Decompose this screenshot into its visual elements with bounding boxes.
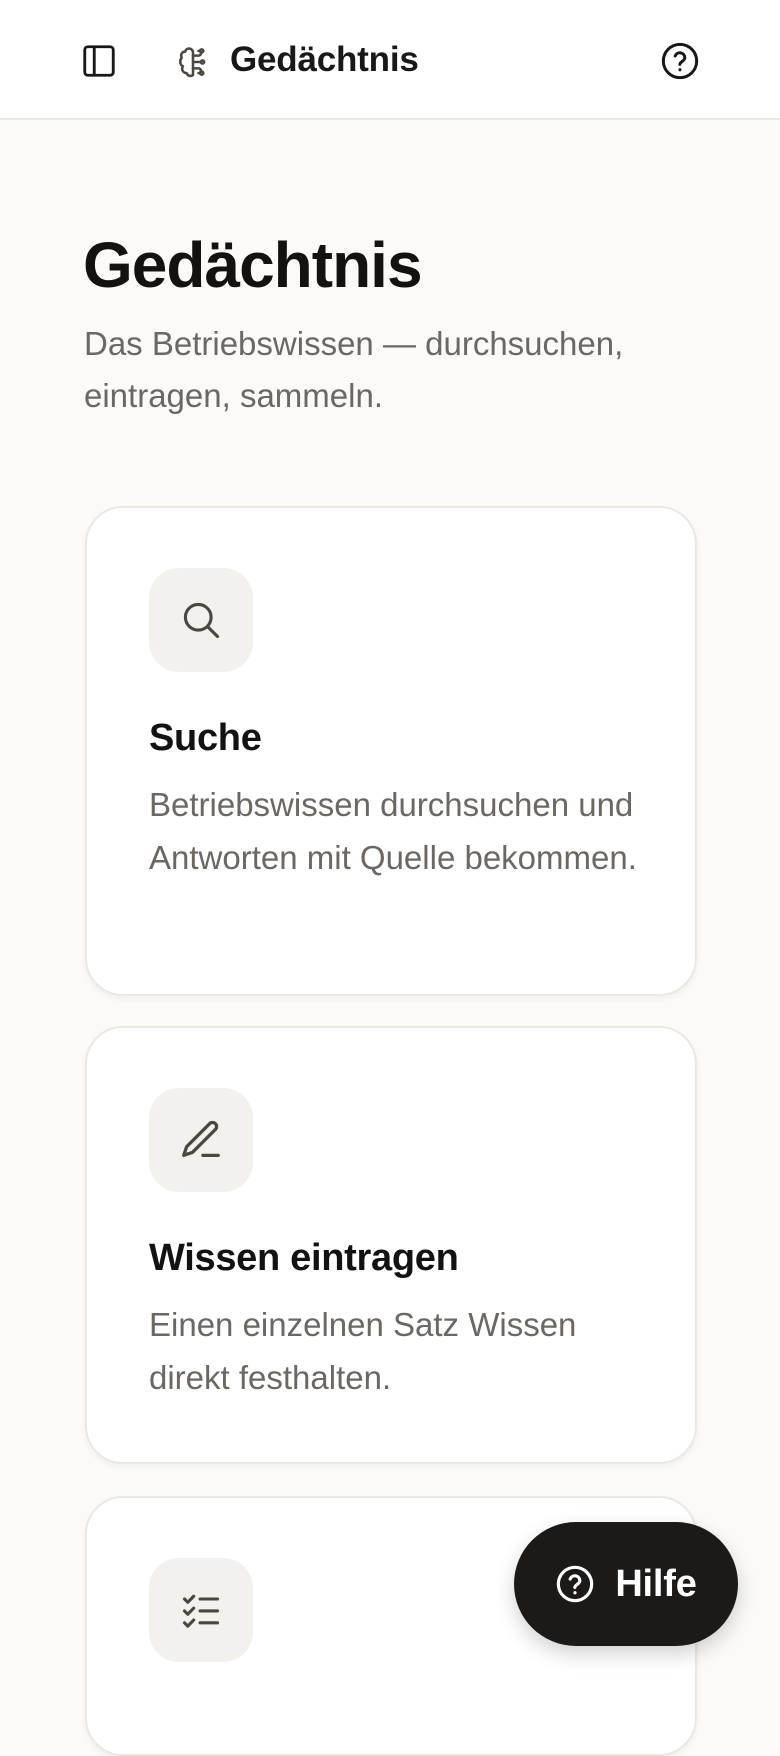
- card-icon-tile: [149, 1088, 253, 1192]
- card-add-knowledge[interactable]: Wissen eintragen Einen einzelnen Satz Wi…: [85, 1026, 697, 1464]
- help-button-header[interactable]: [658, 39, 702, 83]
- pencil-icon: [182, 1120, 220, 1157]
- card-icon-tile: [149, 1558, 253, 1662]
- help-fab-label: Hilfe: [615, 1562, 697, 1605]
- card-description: Einen einzelnen Satz Wissen direkt festh…: [149, 1306, 577, 1396]
- sidebar-toggle-button[interactable]: [78, 40, 120, 82]
- page-subtitle: Das Betriebswissen — durchsuchen, eintra…: [84, 325, 624, 414]
- checklist-icon: [182, 1594, 220, 1628]
- brain-icon: [174, 42, 212, 82]
- card-search[interactable]: Suche Betriebswissen durchsuchen und Ant…: [85, 506, 697, 996]
- help-fab-button[interactable]: Hilfe: [514, 1522, 738, 1646]
- card-description: Betriebswissen durchsuchen und Antworten…: [149, 786, 637, 876]
- help-circle-icon: [661, 42, 699, 80]
- sidebar-panel-icon: [83, 45, 115, 77]
- card-title: Wissen eintragen: [149, 1237, 459, 1279]
- app-title: Gedächtnis: [230, 40, 419, 79]
- top-bar: Gedächtnis: [0, 0, 780, 120]
- help-circle-icon: [557, 1565, 594, 1603]
- page-title: Gedächtnis: [83, 229, 423, 301]
- card-title: Suche: [149, 717, 262, 759]
- search-icon: [183, 602, 220, 639]
- card-icon-tile: [149, 568, 253, 672]
